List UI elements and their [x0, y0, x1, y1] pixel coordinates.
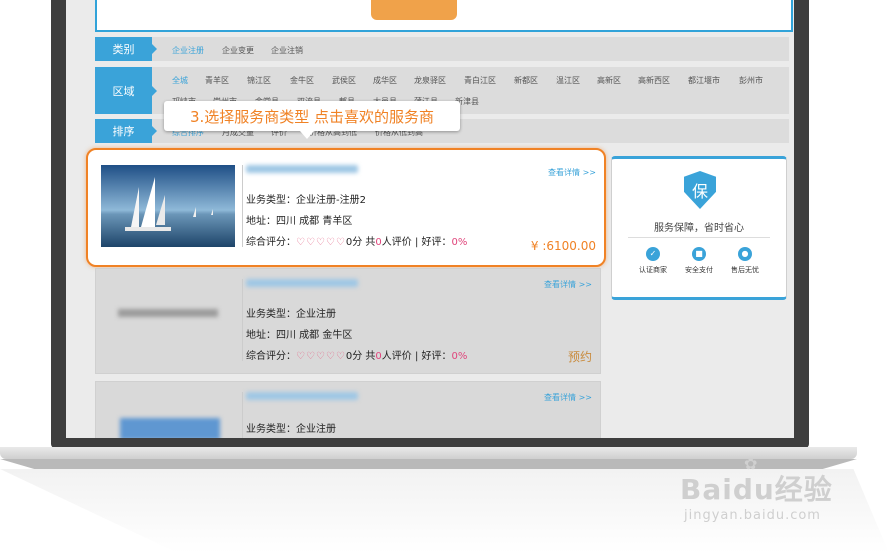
filter-option[interactable]: 温江区 — [556, 75, 580, 86]
filter-option[interactable]: 金牛区 — [290, 75, 314, 86]
filter-option[interactable]: 武侯区 — [332, 75, 356, 86]
provider-logo-blurred — [118, 309, 218, 317]
divider — [628, 237, 770, 238]
service-guarantee-box: 保 服务保障，省时省心 ✓ 认证商家 ■ 安全支付 ● 售后无忧 — [611, 156, 787, 300]
provider-name-blurred[interactable] — [246, 165, 358, 173]
rating-label: 综合评分： — [246, 351, 296, 362]
service-item-label: 售后无忧 — [731, 266, 759, 274]
sailboat-image — [101, 165, 235, 247]
baidu-watermark: ✿ Baidu经验 jingyan.baidu.com — [680, 454, 833, 523]
filter-option[interactable]: 全城 — [172, 75, 188, 86]
positive-rate: 0% — [451, 351, 468, 362]
screen: 类别 企业注册 企业变更 企业注销 区域 全城 青羊区 锦江区 金牛区 武侯区 … — [66, 0, 794, 438]
provider-logo-blurred — [120, 418, 220, 438]
filter-option[interactable]: 高新西区 — [638, 75, 670, 86]
filter-option[interactable]: 企业变更 — [222, 45, 254, 56]
filter-label-region: 区域 — [95, 67, 157, 114]
top-button[interactable] — [371, 0, 457, 20]
filter-option[interactable]: 成华区 — [373, 75, 397, 86]
view-details-link[interactable]: 查看详情 >> — [544, 279, 592, 290]
service-item-after-sales: ● 售后无忧 — [720, 247, 770, 275]
reviews-prefix: 共 — [362, 237, 376, 248]
price: ¥ :6100.00 — [530, 239, 596, 253]
filter-option[interactable]: 彭州市 — [739, 75, 763, 86]
service-item-label: 安全支付 — [685, 266, 713, 274]
provider-name-blurred[interactable] — [246, 392, 358, 400]
listing-card[interactable]: 查看详情 >> 业务类型：企业注册 地址：四川 成都 金牛区 综合评分：♡♡♡♡… — [95, 268, 601, 374]
view-details-link[interactable]: 查看详情 >> — [544, 392, 592, 403]
listing-card-highlighted[interactable]: 查看详情 >> 业务类型：企业注册-注册2 地址：四川 成都 青羊区 综合评分：… — [86, 148, 606, 267]
filter-option[interactable]: 企业注销 — [271, 45, 303, 56]
rating-label: 综合评分： — [246, 237, 296, 248]
support-icon: ● — [738, 247, 752, 261]
filter-option[interactable]: 龙泉驿区 — [414, 75, 446, 86]
book-button[interactable]: 预约 — [568, 348, 592, 365]
score: 0分 — [345, 237, 363, 248]
certified-icon: ✓ — [646, 247, 660, 261]
card-divider — [242, 165, 243, 247]
filter-option[interactable]: 企业注册 — [172, 45, 204, 56]
filter-option[interactable]: 高新区 — [597, 75, 621, 86]
filter-option[interactable]: 锦江区 — [247, 75, 271, 86]
service-item-label: 认证商家 — [639, 266, 667, 274]
provider-name-blurred[interactable] — [246, 279, 358, 287]
card-divider — [242, 279, 243, 361]
heart-rating-icon: ♡♡♡♡♡ — [296, 351, 346, 362]
service-guarantee-text: 服务保障，省时省心 — [654, 223, 744, 234]
paw-icon: ✿ — [744, 454, 758, 473]
filter-option[interactable]: 青羊区 — [205, 75, 229, 86]
service-item-secure-payment: ■ 安全支付 — [674, 247, 724, 275]
rating-line: 综合评分：♡♡♡♡♡0分 共0人评价 | 好评：0% — [246, 347, 467, 362]
business-type: 业务类型：企业注册 — [246, 424, 336, 435]
instruction-callout: 3.选择服务商类型 点击喜欢的服务商 — [164, 101, 460, 139]
filter-option[interactable]: 新都区 — [514, 75, 538, 86]
view-details-link[interactable]: 查看详情 >> — [548, 167, 596, 178]
heart-rating-icon: ♡♡♡♡♡ — [296, 237, 346, 248]
watermark-url: jingyan.baidu.com — [684, 508, 821, 523]
reviews-suffix: 人评价 | 好评： — [381, 237, 452, 248]
card-divider — [242, 392, 243, 438]
business-type: 业务类型：企业注册-注册2 — [246, 195, 366, 206]
filter-category: 类别 企业注册 企业变更 企业注销 — [95, 37, 789, 61]
filter-options-category: 企业注册 企业变更 企业注销 — [163, 37, 781, 61]
filter-option[interactable]: 都江堰市 — [688, 75, 720, 86]
filter-label-category: 类别 — [95, 37, 157, 61]
positive-rate: 0% — [451, 237, 468, 248]
filter-option[interactable]: 青白江区 — [464, 75, 496, 86]
watermark-brand: Baidu经验 — [680, 473, 833, 506]
service-item-certified: ✓ 认证商家 — [628, 247, 678, 275]
rating-line: 综合评分：♡♡♡♡♡0分 共0人评价 | 好评：0% — [246, 233, 467, 248]
address: 地址：四川 成都 青羊区 — [246, 216, 353, 227]
listing-card[interactable]: 查看详情 >> 业务类型：企业注册 — [95, 381, 601, 438]
address: 地址：四川 成都 金牛区 — [246, 330, 353, 341]
score: 0分 — [345, 351, 363, 362]
reviews-suffix: 人评价 | 好评： — [381, 351, 452, 362]
filter-label-sort: 排序 — [95, 119, 157, 143]
reviews-prefix: 共 — [362, 351, 376, 362]
business-type: 业务类型：企业注册 — [246, 309, 336, 320]
lock-icon: ■ — [692, 247, 706, 261]
laptop-base — [0, 447, 857, 459]
shield-icon: 保 — [684, 171, 716, 209]
